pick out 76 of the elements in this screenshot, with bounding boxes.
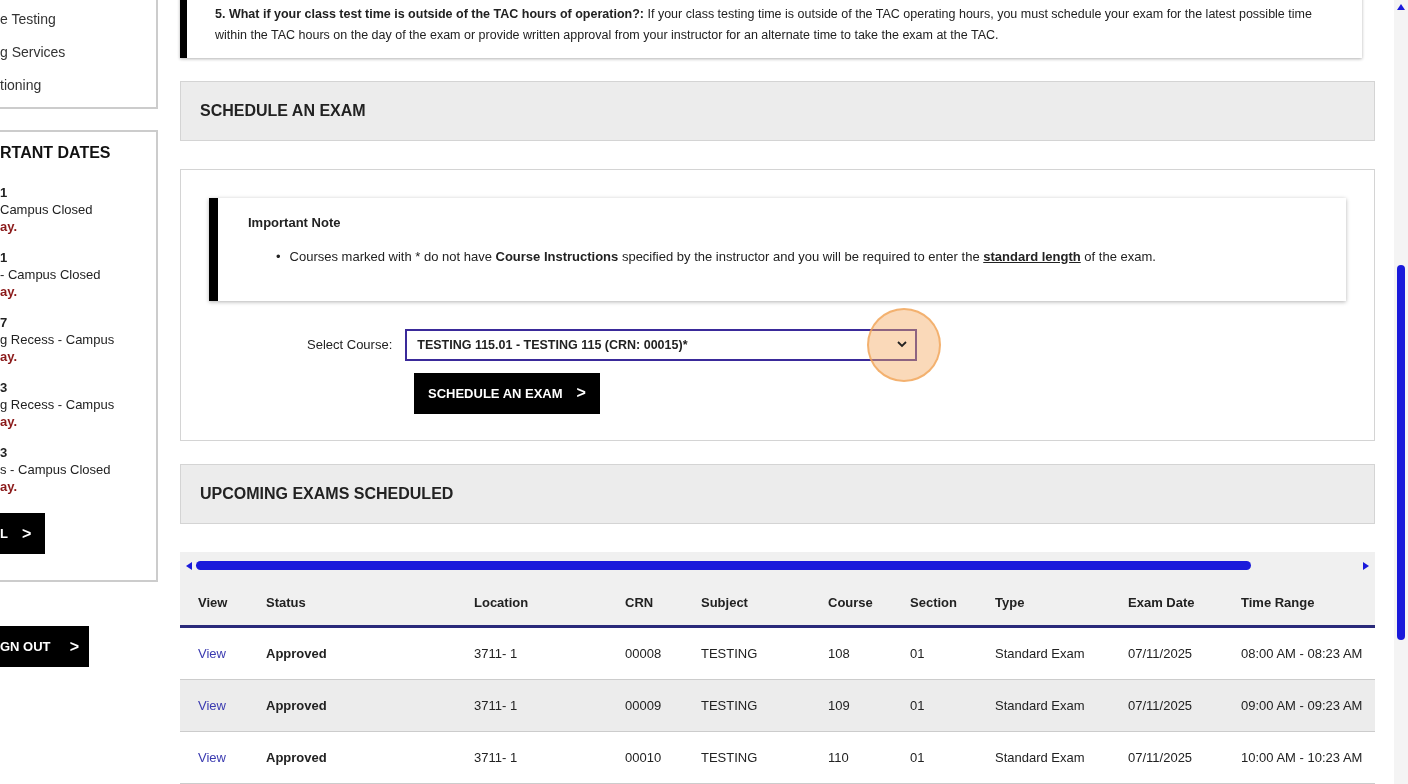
column-header: View (197, 595, 229, 610)
date-description: s - Campus Closed (0, 461, 112, 478)
column-header: CRN (624, 595, 655, 610)
table-cell-text: 00009 (624, 698, 663, 713)
sidebar-link[interactable]: g Services (0, 43, 156, 62)
table-cell-text: 01 (909, 646, 926, 661)
date-note: ay. (0, 413, 19, 430)
table-cell-text: Approved (265, 698, 328, 713)
table-cell-text: Approved (265, 750, 328, 765)
field-label: Select Course: (307, 337, 393, 353)
column-header: Type (994, 595, 1026, 610)
table-cell-text: 110 (827, 750, 850, 765)
date-text: 3 (0, 379, 9, 396)
scrollbar-thumb[interactable] (196, 561, 1251, 571)
column-header: Course (827, 595, 874, 610)
view-link[interactable]: View (180, 750, 248, 765)
table-cell-text: 07/11/2025 (1127, 646, 1194, 661)
table-cell-text: 01 (909, 698, 926, 713)
date-text: 3 (0, 444, 9, 461)
section-heading: RTANT DATES (0, 144, 112, 162)
view-link[interactable]: View (180, 646, 248, 661)
bullet-icon: • (276, 247, 281, 265)
date-description: g Recess - Campus (0, 331, 116, 348)
table-cell-text: Standard Exam (994, 698, 1086, 713)
table-cell-text: 10:00 AM - 10:23 AM (1240, 750, 1364, 765)
faq-text: 5. What if your class test time is outside of the TAC hours of operation?: If your class testing time is outside of the TAC operating hours, you must schedule your exam for the latest possible time within the TAC hours on the day of the exam or provide written approval from your instructor for an alternate time to take the exam at the TAC. (215, 6, 1313, 44)
table-cell-text: 07/11/2025 (1127, 750, 1194, 765)
table-cell-text: 109 (827, 698, 851, 713)
view-link[interactable]: View (180, 698, 248, 713)
table-cell-text: Standard Exam (994, 750, 1086, 765)
scrollbar-thumb[interactable] (1397, 265, 1405, 640)
section-title: SCHEDULE AN EXAM (200, 101, 366, 120)
table-cell-text: TESTING (700, 646, 759, 661)
table-cell-text: 07/11/2025 (1127, 698, 1194, 713)
table-cell-text: 09:00 AM - 09:23 AM (1240, 698, 1364, 713)
column-header: Time Range (1240, 595, 1316, 610)
column-header: Status (265, 595, 307, 610)
table-cell-text: Approved (265, 646, 328, 661)
table-cell-text: 108 (827, 646, 851, 661)
section-title: UPCOMING EXAMS SCHEDULED (200, 485, 454, 504)
view-all-button[interactable]: L > (0, 513, 46, 554)
date-note: ay. (0, 283, 19, 300)
sidebar-link[interactable]: tioning (0, 76, 156, 95)
date-description: Campus Closed (0, 201, 94, 218)
table-cell-text: 00010 (624, 750, 663, 765)
table-cell-text: 3711- 1 (473, 698, 519, 713)
scroll-left-icon[interactable] (186, 562, 192, 570)
sidebar-link[interactable]: e Testing (0, 10, 156, 29)
table-cell-text: TESTING (700, 698, 759, 713)
table-cell-text: 01 (909, 750, 926, 765)
scroll-up-icon[interactable] (1397, 4, 1405, 10)
date-note: ay. (0, 218, 19, 235)
date-text: 7 (0, 314, 9, 331)
course-select[interactable]: TESTING 115.01 - TESTING 115 (CRN: 00015)* (405, 328, 918, 361)
column-header: Subject (700, 595, 749, 610)
table-cell-text: 3711- 1 (473, 646, 519, 661)
caret-icon (897, 341, 908, 349)
column-header: Section (909, 595, 958, 610)
date-text: 1 (0, 184, 9, 201)
table-cell-text: 3711- 1 (473, 750, 519, 765)
date-text: 1 (0, 249, 9, 266)
table-cell-text: Standard Exam (994, 646, 1086, 661)
table-cell-text: 00008 (624, 646, 663, 661)
date-description: - Campus Closed (0, 266, 102, 283)
scroll-right-icon[interactable] (1363, 562, 1369, 570)
schedule-exam-button[interactable]: SCHEDULE AN EXAM > (414, 372, 600, 414)
date-note: ay. (0, 348, 19, 365)
sign-out-button[interactable]: GN OUT > (0, 626, 89, 667)
column-header: Location (473, 595, 530, 610)
note-title: Important Note (248, 214, 342, 230)
note-text: Courses marked with * do not have Course Instructions specified by the instructor and you will be required to enter the standard length of the exam. (289, 247, 1156, 265)
date-description: g Recess - Campus (0, 396, 116, 413)
table-cell-text: TESTING (700, 750, 759, 765)
table-cell-text: 08:00 AM - 08:23 AM (1240, 646, 1364, 661)
date-note: ay. (0, 478, 19, 495)
column-header: Exam Date (1127, 595, 1196, 610)
